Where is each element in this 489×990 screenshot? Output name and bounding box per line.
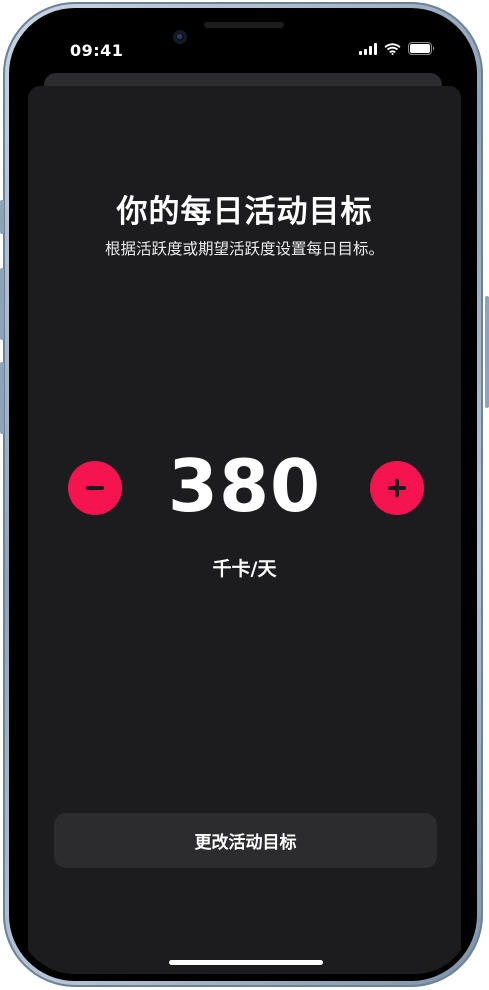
speaker [204, 22, 284, 28]
page-subtitle: 根据活跃度或期望活跃度设置每日目标。 [104, 240, 384, 258]
wifi-icon [384, 42, 401, 55]
goal-sheet: 你的每日活动目标 根据活跃度或期望活跃度设置每日目标。 380 千卡/天 更改活… [28, 86, 461, 974]
change-goal-button[interactable]: 更改活动目标 [54, 813, 437, 868]
volume-down-button [0, 362, 4, 434]
increment-button[interactable] [370, 461, 424, 515]
cellular-signal-icon [359, 42, 377, 55]
action-button [0, 200, 4, 234]
power-button [485, 296, 489, 408]
page-title: 你的每日活动目标 [116, 194, 373, 230]
plus-icon [388, 479, 406, 497]
unit-label: 千卡/天 [212, 558, 277, 580]
phone-screen: 09:41 你的每日活动目标 根据活跃度或期望活跃度设置每日目标。 380 千卡… [18, 16, 471, 974]
volume-up-button [0, 268, 4, 340]
status-time: 09:41 [70, 41, 124, 60]
front-camera [173, 30, 187, 44]
home-indicator[interactable] [169, 960, 323, 965]
status-icons [359, 42, 435, 55]
battery-icon [408, 42, 435, 55]
